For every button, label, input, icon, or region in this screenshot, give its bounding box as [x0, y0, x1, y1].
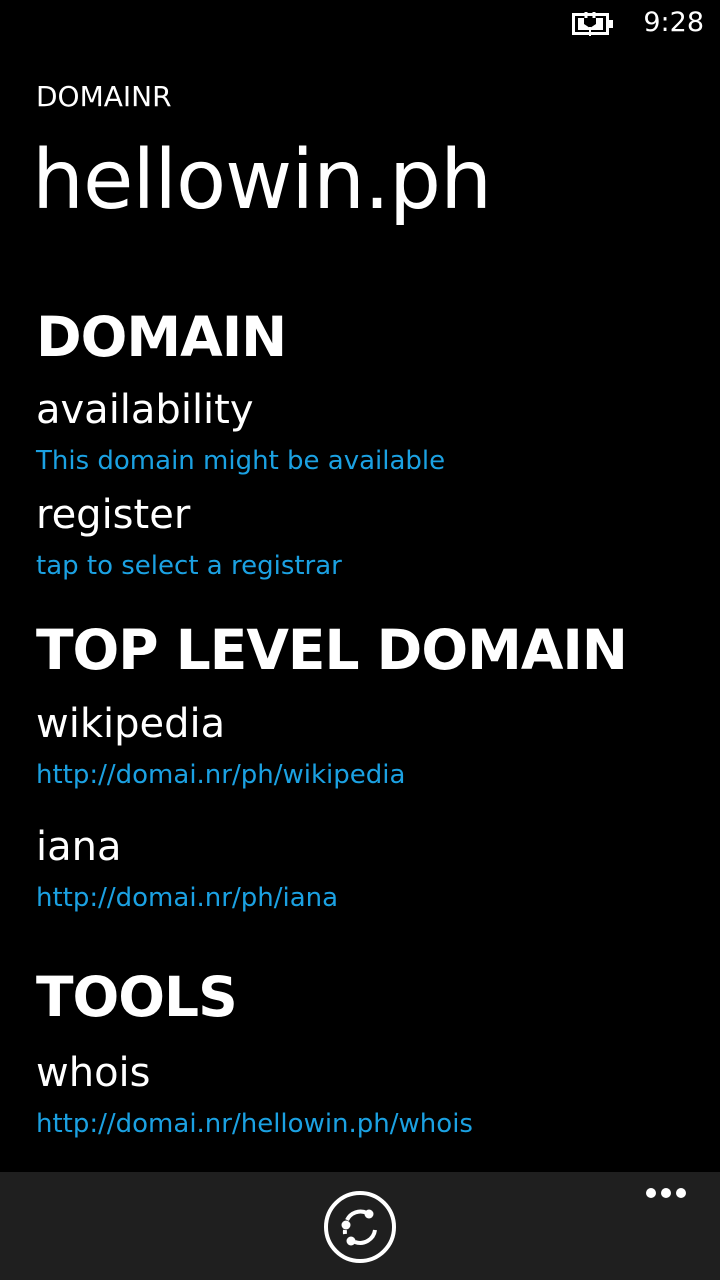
- whois-link[interactable]: http://domai.nr/hellowin.ph/whois: [36, 1107, 473, 1141]
- iana-label: iana: [36, 824, 122, 870]
- page-title: hellowin.ph: [32, 133, 492, 228]
- section-header-tools: TOOLS: [36, 965, 238, 1029]
- section-header-domain: DOMAIN: [36, 305, 287, 369]
- wikipedia-link[interactable]: http://domai.nr/ph/wikipedia: [36, 758, 405, 792]
- refresh-icon[interactable]: [323, 1190, 397, 1264]
- app-bar: [0, 1172, 720, 1280]
- availability-label: availability: [36, 387, 254, 433]
- battery-charging-icon: [572, 12, 613, 36]
- section-header-tld: TOP LEVEL DOMAIN: [36, 618, 628, 682]
- app-name: DOMAINR: [36, 80, 172, 113]
- status-time: 9:28: [643, 7, 704, 38]
- iana-link[interactable]: http://domai.nr/ph/iana: [36, 881, 338, 915]
- more-icon[interactable]: [636, 1178, 696, 1208]
- register-label: register: [36, 492, 191, 538]
- whois-label: whois: [36, 1050, 151, 1096]
- wikipedia-label: wikipedia: [36, 701, 226, 747]
- status-bar: 9:28: [0, 0, 720, 48]
- register-value[interactable]: tap to select a registrar: [36, 549, 342, 583]
- availability-value: This domain might be available: [36, 446, 446, 476]
